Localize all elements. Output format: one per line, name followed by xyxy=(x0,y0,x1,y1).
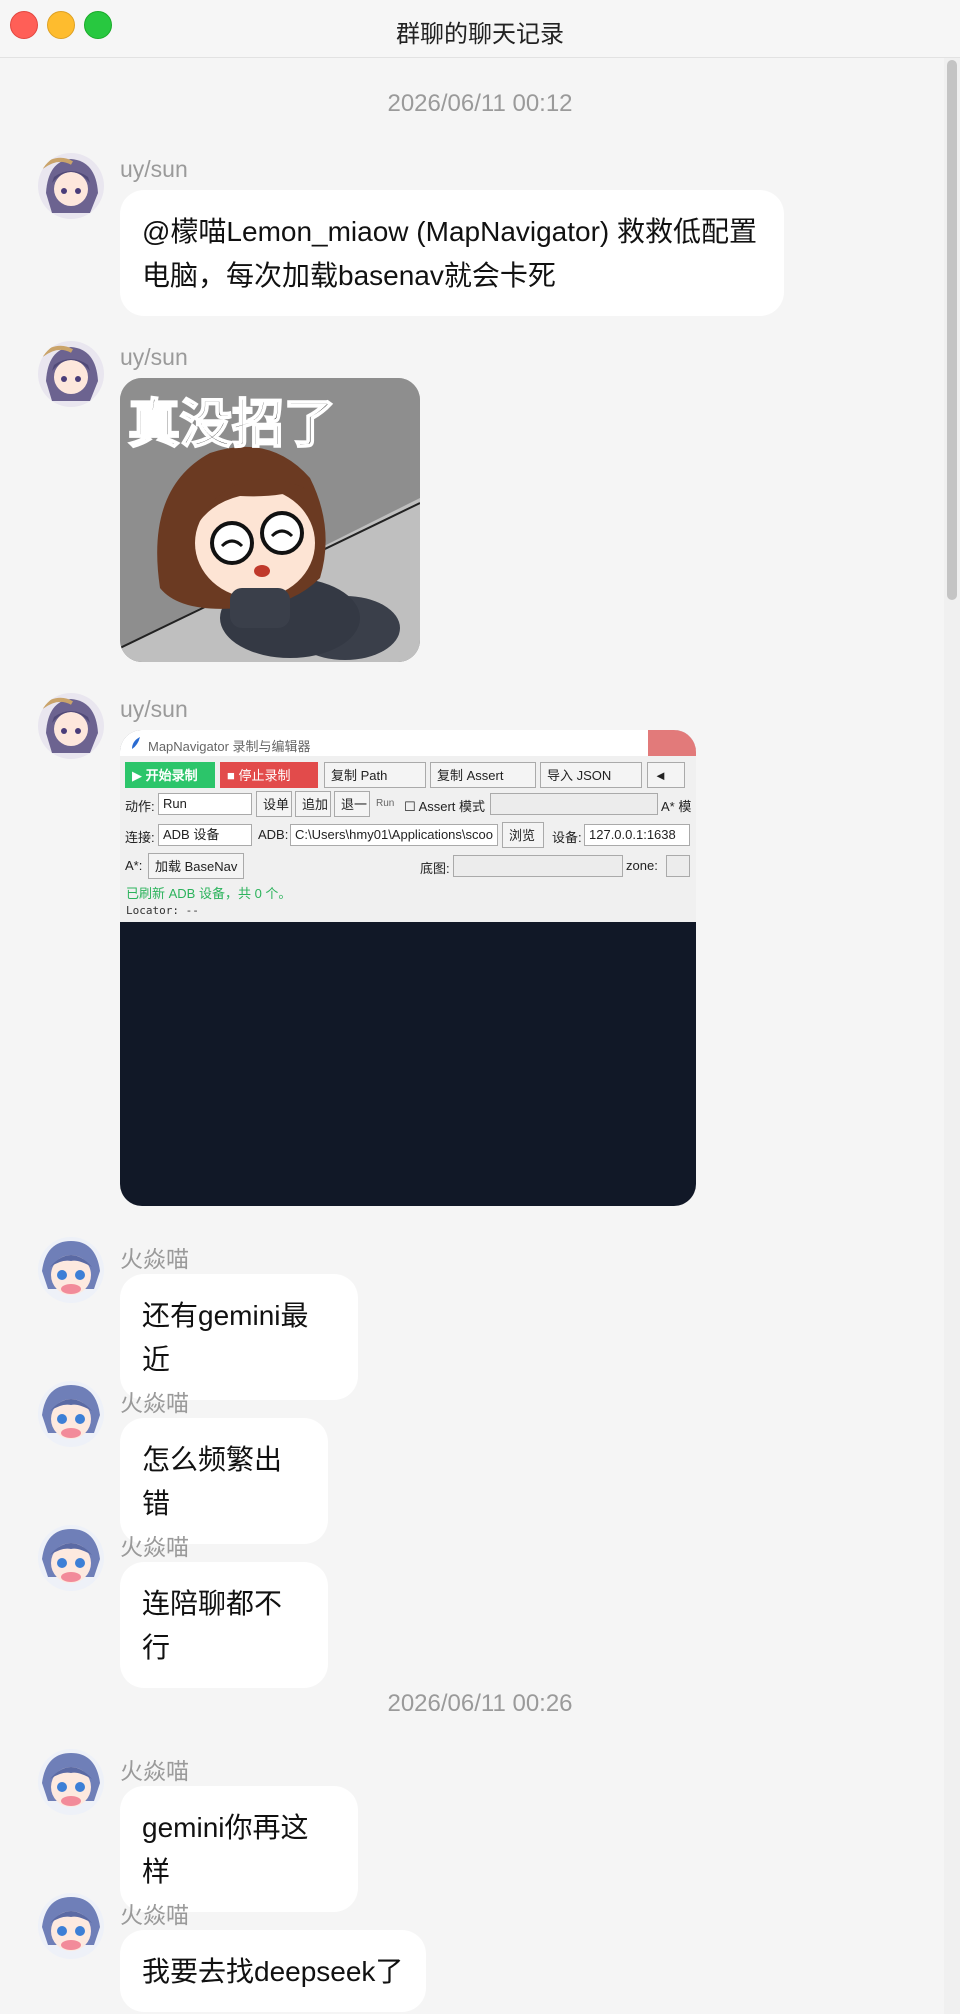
sticker-caption: 真没招了 xyxy=(127,394,337,456)
app-window: MapNavigator 录制与编辑器 ▶ 开始录制 ■ 停止录制 复制 Pat… xyxy=(120,730,696,922)
action-label: 动作: xyxy=(125,799,155,814)
run-label: Run xyxy=(376,798,395,809)
adb-path-input[interactable]: C:\Users\hmy01\Applications\scoo xyxy=(290,824,498,846)
assert-select[interactable] xyxy=(490,793,658,815)
browse-button[interactable]: 浏览 xyxy=(502,822,544,848)
avatar[interactable] xyxy=(38,1237,104,1303)
avatar-icon xyxy=(38,1237,104,1303)
stop-record-button[interactable]: ■ 停止录制 xyxy=(220,762,318,788)
avatar-icon xyxy=(38,1381,104,1447)
sender-name: 火焱喵 xyxy=(120,1902,189,1928)
message-bubble[interactable]: 怎么频繁出错 xyxy=(120,1418,328,1544)
avatar[interactable] xyxy=(38,1525,104,1591)
copy-path-button[interactable]: 复制 Path xyxy=(324,762,426,788)
avatar-icon xyxy=(38,1525,104,1591)
scrollbar-thumb[interactable] xyxy=(947,60,957,600)
astar-mode-label: A* 模 xyxy=(661,799,692,814)
load-basenav-button[interactable]: 加载 BaseNav xyxy=(148,853,244,879)
assert-mode-checkbox[interactable]: ☐ Assert 模式 xyxy=(404,796,485,815)
sender-name: 火焱喵 xyxy=(120,1758,189,1784)
sender-name: uy/sun xyxy=(120,696,188,722)
base-map-select[interactable] xyxy=(453,855,623,877)
copy-assert-button[interactable]: 复制 Assert xyxy=(430,762,536,788)
message-bubble[interactable]: 还有gemini最近 xyxy=(120,1274,358,1400)
sender-name: uy/sun xyxy=(120,156,188,182)
avatar[interactable] xyxy=(38,1893,104,1959)
sticker-image[interactable]: 真没招了 xyxy=(120,378,420,662)
timestamp: 2026/06/11 00:26 xyxy=(387,1690,573,1717)
zone-label: zone: xyxy=(626,858,658,873)
action-select[interactable]: Run xyxy=(158,793,252,815)
timestamp: 2026/06/11 00:12 xyxy=(387,90,573,117)
astar-label: A*: xyxy=(125,858,143,873)
avatar[interactable] xyxy=(38,1749,104,1815)
collapse-button[interactable]: ◄ xyxy=(647,762,685,788)
scrollbar[interactable] xyxy=(944,58,960,2014)
avatar[interactable] xyxy=(38,153,104,219)
avatar[interactable] xyxy=(38,341,104,407)
connect-label: 连接: xyxy=(125,830,155,845)
zone-select[interactable] xyxy=(666,855,690,877)
avatar[interactable] xyxy=(38,693,104,759)
message-bubble[interactable]: 我要去找deepseek了 xyxy=(120,1930,426,2012)
avatar[interactable] xyxy=(38,1381,104,1447)
sender-name: uy/sun xyxy=(120,344,188,370)
avatar-icon xyxy=(38,1893,104,1959)
message-bubble[interactable]: @檬喵Lemon_miaow (MapNavigator) 救救低配置电脑，每次… xyxy=(120,190,784,316)
app-title: MapNavigator 录制与编辑器 xyxy=(148,739,311,754)
avatar-icon xyxy=(38,341,104,407)
device-select[interactable]: 127.0.0.1:1638 xyxy=(584,824,690,846)
message-bubble[interactable]: 连陪聊都不行 xyxy=(120,1562,328,1688)
sender-name: 火焱喵 xyxy=(120,1246,189,1272)
message-bubble[interactable]: gemini你再这样 xyxy=(120,1786,358,1912)
sender-name: 火焱喵 xyxy=(120,1534,189,1560)
window-title: 群聊的聊天记录 xyxy=(396,21,564,48)
status-text: 已刷新 ADB 设备，共 0 个。 xyxy=(126,886,292,901)
app-close-button[interactable] xyxy=(648,730,696,756)
undo-button[interactable]: 退一 xyxy=(334,791,370,817)
start-record-button[interactable]: ▶ 开始录制 xyxy=(125,762,215,788)
window-titlebar: 群聊的聊天记录 xyxy=(0,0,960,58)
base-map-label: 底图: xyxy=(420,861,450,876)
locator-text: Locator: -- xyxy=(126,904,199,917)
app-titlebar: MapNavigator 录制与编辑器 xyxy=(120,730,696,756)
screenshot-image[interactable]: MapNavigator 录制与编辑器 ▶ 开始录制 ■ 停止录制 复制 Pat… xyxy=(120,730,696,1206)
import-json-button[interactable]: 导入 JSON xyxy=(540,762,642,788)
device-label: 设备: xyxy=(552,830,582,845)
avatar-icon xyxy=(38,1749,104,1815)
connect-select[interactable]: ADB 设备 xyxy=(158,824,252,846)
adb-label: ADB: xyxy=(258,827,289,842)
assert-mode-label: Assert 模式 xyxy=(418,799,486,814)
avatar-icon xyxy=(38,153,104,219)
append-button[interactable]: 追加 xyxy=(295,791,331,817)
avatar-icon xyxy=(38,693,104,759)
set-button[interactable]: 设单 xyxy=(256,791,292,817)
feather-icon xyxy=(132,737,140,749)
sender-name: 火焱喵 xyxy=(120,1390,189,1416)
